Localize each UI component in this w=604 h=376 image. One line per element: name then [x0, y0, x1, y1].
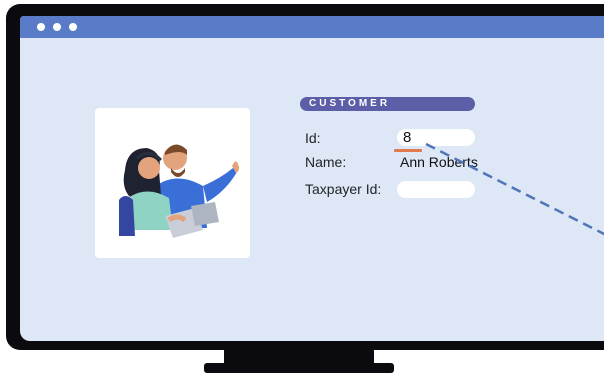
- window-dot-icon[interactable]: [69, 23, 77, 31]
- id-value: 8: [403, 129, 412, 146]
- customer-section-title: CUSTOMER: [300, 97, 475, 111]
- stage: CUSTOMER Id: 8 Name: Ann Roberts Taxpaye…: [0, 0, 604, 376]
- taxpayer-id-label: Taxpayer Id:: [305, 181, 382, 197]
- taxpayer-id-field[interactable]: [397, 181, 475, 198]
- id-label: Id:: [305, 130, 321, 146]
- two-people-reading-icon: [119, 144, 240, 238]
- name-label: Name:: [305, 154, 347, 170]
- window-dot-icon[interactable]: [37, 23, 45, 31]
- monitor-stand-neck: [224, 350, 374, 364]
- customer-photo: [95, 108, 250, 258]
- monitor-frame: CUSTOMER Id: 8 Name: Ann Roberts Taxpaye…: [6, 4, 604, 350]
- id-highlight-underline: [394, 149, 422, 152]
- window-dot-icon[interactable]: [53, 23, 61, 31]
- monitor-stand-base: [204, 363, 394, 373]
- window-titlebar: [20, 16, 604, 38]
- name-value: Ann Roberts: [400, 154, 478, 170]
- screen: CUSTOMER Id: 8 Name: Ann Roberts Taxpaye…: [20, 16, 604, 341]
